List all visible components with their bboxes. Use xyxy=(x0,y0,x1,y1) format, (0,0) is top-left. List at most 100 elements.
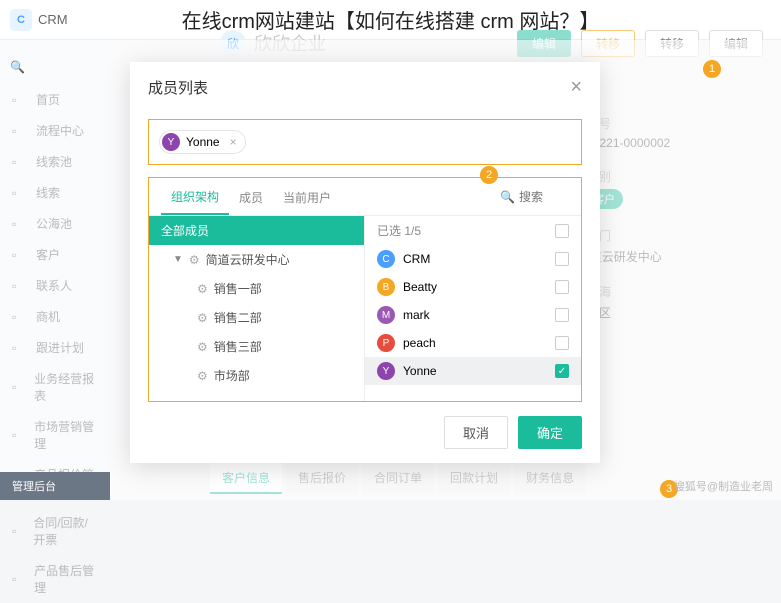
org-icon: ⚙ xyxy=(197,340,208,354)
selector-search[interactable]: 🔍 xyxy=(500,190,569,204)
member-avatar: Y xyxy=(377,362,395,380)
sidebar-item-label: 跟进计划 xyxy=(36,339,84,356)
tree-node-label: 销售一部 xyxy=(214,280,262,297)
sidebar-item[interactable]: ▫ 产品售后管理 xyxy=(0,555,110,603)
step-badge-1: 1 xyxy=(703,60,721,78)
pick-item[interactable]: B Beatty xyxy=(365,273,581,301)
sidebar-item[interactable]: ▫ 合同/回款/开票 xyxy=(0,507,110,555)
member-avatar: B xyxy=(377,278,395,296)
member-modal: 成员列表 × 2 Y Yonne × 组织架构 成员 当前用户 🔍 全部成员 ▼… xyxy=(130,62,600,463)
cancel-button[interactable]: 取消 xyxy=(444,416,508,449)
sidebar-item-label: 客户 xyxy=(36,246,60,263)
sidebar-item[interactable]: ▫ 客户 xyxy=(0,239,110,270)
sidebar-item-label: 业务经营报表 xyxy=(34,370,98,404)
checkbox[interactable] xyxy=(555,336,569,350)
checkbox[interactable] xyxy=(555,252,569,266)
org-icon: ⚙ xyxy=(197,282,208,296)
tree-node-main[interactable]: ▼ ⚙ 简道云研发中心 xyxy=(149,245,364,274)
nav-icon: ▫ xyxy=(12,186,28,200)
checkbox[interactable] xyxy=(555,308,569,322)
sidebar-item[interactable]: ▫ 线索 xyxy=(0,177,110,208)
tab-member[interactable]: 成员 xyxy=(229,179,273,214)
org-icon: ⚙ xyxy=(197,369,208,383)
member-avatar: C xyxy=(377,250,395,268)
picked-count: 已选 1/5 xyxy=(377,222,421,239)
step-badge-2: 2 xyxy=(480,166,498,184)
sidebar-admin-link[interactable]: 管理后台 xyxy=(0,472,110,500)
tree-node-label: 市场部 xyxy=(214,367,250,384)
pick-item[interactable]: CCRM xyxy=(365,245,581,273)
nav-icon: ▫ xyxy=(12,524,25,538)
selected-chip-box[interactable]: Y Yonne × xyxy=(148,119,582,165)
select-all-checkbox[interactable] xyxy=(555,224,569,238)
chip-avatar: Y xyxy=(162,133,180,151)
nav-icon: ▫ xyxy=(12,217,28,231)
sidebar-item-label: 联系人 xyxy=(36,277,72,294)
modal-title: 成员列表 xyxy=(148,77,208,98)
member-name: Beatty xyxy=(403,280,437,294)
pick-list: 已选 1/5 CCRMBBeattyMmarkPpeachYYonne✓ xyxy=(365,216,581,401)
sidebar-item[interactable]: ▫跟进计划 xyxy=(0,332,110,363)
pick-item[interactable]: Ppeach xyxy=(365,329,581,357)
nav-icon: ▫ xyxy=(12,428,26,442)
confirm-button[interactable]: 确定 xyxy=(518,416,582,449)
checkbox[interactable]: ✓ xyxy=(555,364,569,378)
tree-node-child[interactable]: ⚙ 销售一部 xyxy=(149,274,364,303)
nav-icon: ▫ xyxy=(12,248,28,262)
pick-item[interactable]: Y Yonne ✓ xyxy=(365,357,581,385)
sidebar-item-label: 市场营销管理 xyxy=(34,418,98,452)
tree-node-child[interactable]: ⚙ 销售三部 xyxy=(149,332,364,361)
sidebar: 🔍 ▫首页▫流程中心▫线索池▫线索▫公海池▫客户▫联系人▫商机▫跟进计划▫业务经… xyxy=(0,40,110,500)
search-icon: 🔍 xyxy=(500,190,515,204)
close-icon[interactable]: × xyxy=(570,76,582,99)
tree-node-label: 销售二部 xyxy=(214,309,262,326)
tree-node-label: 简道云研发中心 xyxy=(206,251,290,268)
app-name: CRM xyxy=(38,12,68,27)
org-icon: ⚙ xyxy=(197,311,208,325)
nav-icon: ▫ xyxy=(12,572,26,586)
member-name: mark xyxy=(403,308,430,322)
watermark: 搜狐号@制造业老周 xyxy=(674,478,773,494)
chip-remove-icon[interactable]: × xyxy=(230,135,237,149)
member-avatar: M xyxy=(377,306,395,324)
search-input[interactable] xyxy=(519,190,569,204)
tree-node-child[interactable]: ⚙ 销售二部 xyxy=(149,303,364,332)
tree-node-child[interactable]: ⚙ 市场部 xyxy=(149,361,364,390)
pick-item[interactable]: Mmark xyxy=(365,301,581,329)
sidebar-item-label: 流程中心 xyxy=(36,122,84,139)
sidebar-item[interactable]: ▫商机 xyxy=(0,301,110,332)
nav-icon: ▫ xyxy=(12,93,28,107)
nav-icon: ▫ xyxy=(12,279,28,293)
sidebar-search[interactable]: 🔍 xyxy=(0,60,110,84)
tree-root[interactable]: 全部成员 xyxy=(149,216,364,245)
tree-node-label: 销售三部 xyxy=(214,338,262,355)
sidebar-item[interactable]: ▫ 流程中心 xyxy=(0,115,110,146)
tab-current-user[interactable]: 当前用户 xyxy=(273,179,341,214)
sidebar-item-label: 合同/回款/开票 xyxy=(33,514,98,548)
sidebar-item[interactable]: ▫ 首页 xyxy=(0,84,110,115)
tab-org[interactable]: 组织架构 xyxy=(161,178,229,215)
org-tree: 全部成员 ▼ ⚙ 简道云研发中心 ⚙ 销售一部 ⚙ 销售二部 ⚙ 销售三部 ⚙ 市场部 xyxy=(149,216,365,401)
nav-icon: ▫ xyxy=(12,380,26,394)
sidebar-item[interactable]: ▫ 市场营销管理 xyxy=(0,411,110,459)
nav-icon: ▫ xyxy=(12,155,28,169)
sidebar-item[interactable]: ▫ 联系人 xyxy=(0,270,110,301)
sidebar-item-label: 首页 xyxy=(36,91,60,108)
sidebar-item-label: 线索 xyxy=(36,184,60,201)
sidebar-item[interactable]: ▫线索池 xyxy=(0,146,110,177)
selector-panel: 组织架构 成员 当前用户 🔍 全部成员 ▼ ⚙ 简道云研发中心 ⚙ 销售一部 ⚙ 销售… xyxy=(148,177,582,402)
member-name: peach xyxy=(403,336,436,350)
sidebar-item[interactable]: ▫ 公海池 xyxy=(0,208,110,239)
app-logo: C xyxy=(10,9,32,31)
nav-icon: ▫ xyxy=(12,124,28,138)
sidebar-item-label: 产品售后管理 xyxy=(34,562,98,596)
member-name: Yonne xyxy=(403,364,437,378)
checkbox[interactable] xyxy=(555,280,569,294)
sidebar-item-label: 商机 xyxy=(36,308,60,325)
org-icon: ⚙ xyxy=(189,253,200,267)
sidebar-item[interactable]: ▫ 业务经营报表 xyxy=(0,363,110,411)
member-chip[interactable]: Y Yonne × xyxy=(159,130,246,154)
page-title: 在线crm网站建站【如何在线搭建 crm 网站？】 xyxy=(120,5,661,34)
chip-name: Yonne xyxy=(186,135,220,149)
sidebar-item-label: 公海池 xyxy=(36,215,72,232)
